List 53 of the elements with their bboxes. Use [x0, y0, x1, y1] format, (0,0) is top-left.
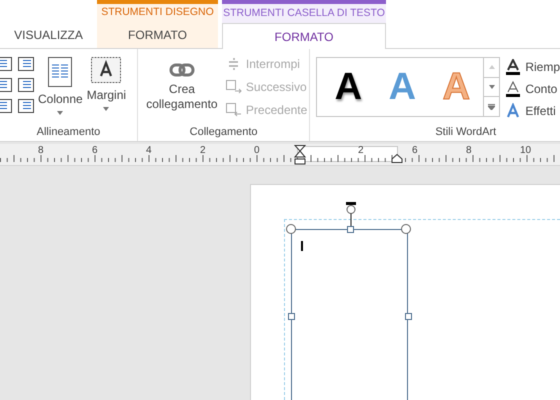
align-icon[interactable]	[18, 57, 34, 71]
align-icon[interactable]	[0, 78, 12, 92]
ruler-number: 2	[358, 146, 364, 156]
ruler-number: 0	[254, 146, 260, 156]
ruler-number: 2	[200, 146, 206, 156]
text-effects-icon	[505, 102, 522, 118]
ribbon-tab[interactable]: VISUALIZZA	[0, 22, 97, 48]
ruler-number: 10	[520, 146, 532, 156]
columns-icon	[48, 57, 72, 87]
align-icon[interactable]	[18, 99, 34, 113]
caret-icon	[57, 111, 64, 115]
caret-icon	[488, 85, 495, 89]
link-icon	[168, 63, 195, 77]
ruler-number: 6	[92, 146, 98, 156]
ruler-number: 4	[146, 146, 152, 156]
create-link-button[interactable]: Crea collegamento	[142, 55, 222, 124]
text-fill-icon	[505, 58, 522, 74]
expand-icon	[488, 104, 496, 110]
text-flow-icon	[226, 103, 242, 117]
resize-handle[interactable]	[286, 224, 296, 234]
margins-icon	[91, 57, 122, 83]
margins-button[interactable]: Margini	[86, 57, 126, 124]
indent-marker-icon[interactable]	[294, 145, 306, 165]
contextual-tab-header: STRUMENTI CASELLA DI TESTO	[222, 0, 386, 23]
rotation-handle-icon[interactable]	[345, 202, 357, 226]
columns-button[interactable]: Colonne	[38, 57, 83, 124]
text-format-button[interactable]: Conto	[505, 80, 560, 97]
group-label: Collegamento	[188, 125, 259, 140]
ribbon-tab[interactable]: FORMATO	[97, 22, 218, 48]
resize-handle[interactable]	[347, 226, 354, 233]
ruler-number: 8	[38, 146, 44, 156]
align-icon[interactable]	[0, 57, 12, 71]
wordart-gallery[interactable]: A A A	[316, 57, 500, 117]
group-label: Stili WordArt	[434, 125, 498, 140]
up-icon	[488, 65, 495, 70]
contextual-tab-header: STRUMENTI DISEGNO	[97, 0, 218, 23]
right-indent-icon[interactable]	[391, 154, 403, 163]
text-outline-icon	[505, 80, 522, 96]
ribbon-tab[interactable]: FORMATO	[222, 23, 386, 49]
text-format-button[interactable]: Effetti	[505, 102, 560, 119]
ruler-number: 6	[412, 146, 418, 156]
text-format-button[interactable]: Riemp	[505, 58, 560, 75]
caret-icon	[103, 107, 110, 111]
align-icon[interactable]	[18, 78, 34, 92]
wordart-style[interactable]: A	[334, 68, 362, 106]
text-cursor	[301, 241, 303, 251]
resize-handle[interactable]	[401, 224, 411, 234]
ruler-number: 8	[466, 146, 472, 156]
group-label: Allineamento	[36, 125, 102, 140]
align-icon[interactable]	[0, 99, 12, 113]
resize-handle[interactable]	[288, 313, 295, 320]
resize-handle[interactable]	[405, 313, 412, 320]
text-flow-icon	[226, 80, 242, 94]
